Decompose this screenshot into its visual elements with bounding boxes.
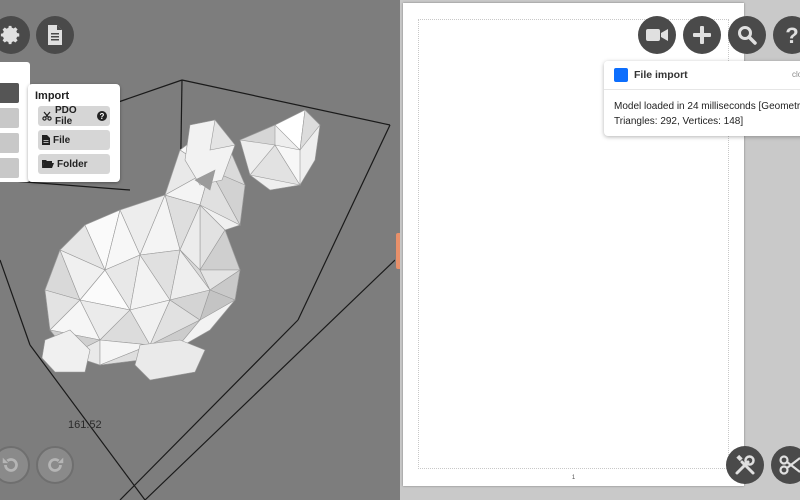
undo-icon [2, 457, 18, 472]
svg-text:?: ? [100, 112, 105, 121]
dimension-label: 161.52 [68, 419, 102, 431]
wrench-screwdriver-icon [735, 454, 755, 475]
side-panel-slot[interactable] [0, 133, 19, 153]
side-panel [0, 62, 30, 182]
notification-body: Model loaded in 24 milliseconds [Geometr… [614, 99, 800, 129]
redo-button[interactable] [36, 446, 74, 484]
side-panel-slot[interactable] [0, 158, 19, 178]
document-button[interactable] [36, 16, 74, 54]
notification-accent-icon [614, 68, 628, 82]
add-button[interactable] [683, 16, 721, 54]
search-icon [738, 26, 757, 45]
notification-close-button[interactable]: clo [792, 70, 800, 79]
question-icon: ? [785, 24, 798, 46]
notification-line-1: Model loaded in 24 milliseconds [Geometr… [614, 101, 800, 112]
notification-title: File import [634, 69, 688, 81]
question-circle-icon[interactable]: ? [97, 111, 107, 121]
side-panel-slot-import[interactable] [0, 83, 19, 103]
folder-label: Folder [57, 158, 88, 170]
gear-icon [0, 25, 20, 45]
tools-button[interactable] [726, 446, 764, 484]
pdo-file-button[interactable]: PDO File ? [38, 105, 110, 127]
folder-open-icon [42, 160, 54, 168]
side-panel-slot[interactable] [0, 108, 19, 128]
scissors-icon [779, 455, 800, 475]
file-label: File [53, 134, 71, 146]
video-camera-icon [646, 29, 668, 41]
import-menu-title: Import [35, 90, 70, 102]
folder-button[interactable]: Folder [38, 154, 110, 174]
notification-header: File import clo [604, 61, 800, 90]
document-icon [48, 25, 62, 45]
import-menu: Import PDO File ? File Folder [28, 84, 120, 182]
file-button[interactable]: File [38, 130, 110, 150]
3d-viewport[interactable]: Import PDO File ? File Folder 161.52 [0, 0, 395, 500]
bounding-box-and-model [0, 79, 395, 500]
file-icon [42, 135, 50, 145]
search-button[interactable] [728, 16, 766, 54]
file-import-notification: File import clo Model loaded in 24 milli… [604, 61, 800, 136]
page-number: 1 [571, 475, 576, 481]
record-button[interactable] [638, 16, 676, 54]
notification-line-2: Triangles: 292, Vertices: 148] [614, 116, 744, 127]
scissors-icon [42, 111, 52, 121]
pdo-file-label: PDO File [55, 105, 77, 127]
svg-text:?: ? [785, 24, 798, 46]
plus-icon [693, 26, 711, 44]
redo-icon [48, 457, 64, 472]
